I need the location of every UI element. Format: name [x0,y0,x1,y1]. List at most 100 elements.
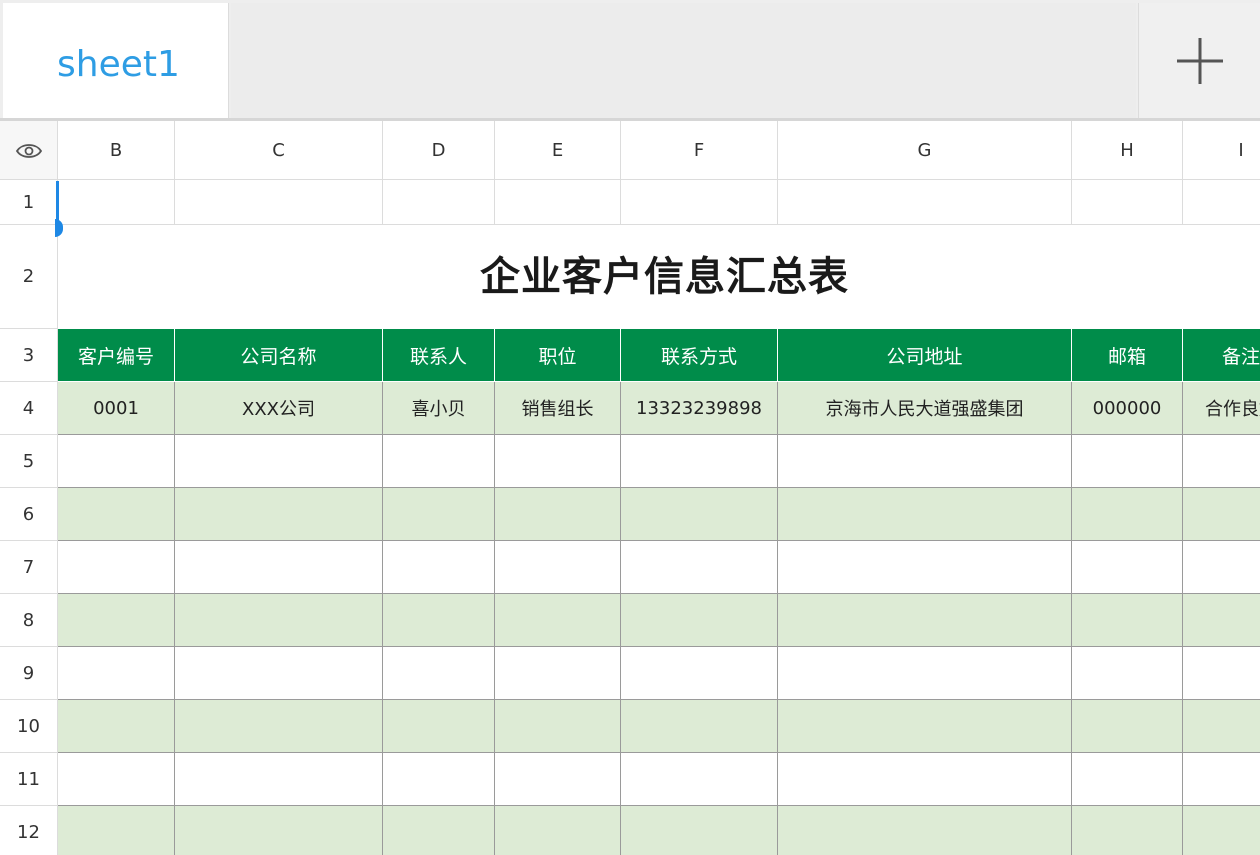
cell-b6[interactable] [58,488,175,541]
cell-i11[interactable] [1183,753,1260,806]
column-header-e[interactable]: E [495,121,621,180]
cell-d7[interactable] [383,541,495,594]
cell-h5[interactable] [1072,435,1183,488]
cell-i10[interactable] [1183,700,1260,753]
cell-g9[interactable] [778,647,1072,700]
cell-b8[interactable] [58,594,175,647]
cell-c5[interactable] [175,435,383,488]
cell-c11[interactable] [175,753,383,806]
cell-e9[interactable] [495,647,621,700]
cell-c1[interactable] [175,180,383,225]
cell-i4[interactable]: 合作良好 [1183,382,1260,435]
cell-b7[interactable] [58,541,175,594]
cell-h7[interactable] [1072,541,1183,594]
cell-f6[interactable] [621,488,778,541]
cell-c8[interactable] [175,594,383,647]
header-cell[interactable]: 职位 [495,329,621,382]
cell-e4[interactable]: 销售组长 [495,382,621,435]
cell-c6[interactable] [175,488,383,541]
column-header-c[interactable]: C [175,121,383,180]
cell-e10[interactable] [495,700,621,753]
row-header-12[interactable]: 12 [0,806,58,855]
cell-f11[interactable] [621,753,778,806]
row-header-7[interactable]: 7 [0,541,58,594]
header-cell[interactable]: 客户编号 [58,329,175,382]
cell-d5[interactable] [383,435,495,488]
column-header-f[interactable]: F [621,121,778,180]
cell-f9[interactable] [621,647,778,700]
add-sheet-button[interactable] [1138,3,1260,118]
grid-corner[interactable] [0,121,58,180]
cell-b4[interactable]: 0001 [58,382,175,435]
row-header-10[interactable]: 10 [0,700,58,753]
row-header-5[interactable]: 5 [0,435,58,488]
cell-h12[interactable] [1072,806,1183,855]
cell-e8[interactable] [495,594,621,647]
cell-h6[interactable] [1072,488,1183,541]
header-cell[interactable]: 备注 [1183,329,1260,382]
cell-e7[interactable] [495,541,621,594]
cell-d1[interactable] [383,180,495,225]
row-header-6[interactable]: 6 [0,488,58,541]
cell-f8[interactable] [621,594,778,647]
row-header-8[interactable]: 8 [0,594,58,647]
column-header-d[interactable]: D [383,121,495,180]
cell-g1[interactable] [778,180,1072,225]
cell-f4[interactable]: 13323239898 [621,382,778,435]
cell-g8[interactable] [778,594,1072,647]
cell-i6[interactable] [1183,488,1260,541]
cell-d8[interactable] [383,594,495,647]
header-cell[interactable]: 联系方式 [621,329,778,382]
cell-e12[interactable] [495,806,621,855]
spreadsheet-grid[interactable]: 企业客户信息汇总表 B C D E F G H I 1 2 3 4 5 6 7 8 9 10 11 12 客户编号 公司名… [0,121,1260,855]
cell-d6[interactable] [383,488,495,541]
header-cell[interactable]: 公司名称 [175,329,383,382]
cell-h4[interactable]: 000000 [1072,382,1183,435]
cell-f10[interactable] [621,700,778,753]
column-header-g[interactable]: G [778,121,1072,180]
cell-g11[interactable] [778,753,1072,806]
cell-d12[interactable] [383,806,495,855]
cell-f5[interactable] [621,435,778,488]
tab-sheet1[interactable]: sheet1 [3,3,229,118]
cell-h10[interactable] [1072,700,1183,753]
cell-d11[interactable] [383,753,495,806]
cell-i7[interactable] [1183,541,1260,594]
column-header-b[interactable]: B [58,121,175,180]
cell-e11[interactable] [495,753,621,806]
cell-c10[interactable] [175,700,383,753]
cell-c9[interactable] [175,647,383,700]
cell-b5[interactable] [58,435,175,488]
sheet-title-cell[interactable]: 企业客户信息汇总表 [58,225,1260,329]
cell-e6[interactable] [495,488,621,541]
cell-b11[interactable] [58,753,175,806]
cell-e5[interactable] [495,435,621,488]
cell-b12[interactable] [58,806,175,855]
cell-h9[interactable] [1072,647,1183,700]
cell-g5[interactable] [778,435,1072,488]
cell-d10[interactable] [383,700,495,753]
cell-g7[interactable] [778,541,1072,594]
header-cell[interactable]: 联系人 [383,329,495,382]
cell-f7[interactable] [621,541,778,594]
row-header-11[interactable]: 11 [0,753,58,806]
cell-c7[interactable] [175,541,383,594]
cell-f12[interactable] [621,806,778,855]
cell-i5[interactable] [1183,435,1260,488]
cell-h1[interactable] [1072,180,1183,225]
cell-b10[interactable] [58,700,175,753]
column-header-h[interactable]: H [1072,121,1183,180]
row-header-9[interactable]: 9 [0,647,58,700]
cell-g4[interactable]: 京海市人民大道强盛集团 [778,382,1072,435]
cell-c12[interactable] [175,806,383,855]
header-cell[interactable]: 邮箱 [1072,329,1183,382]
cell-h11[interactable] [1072,753,1183,806]
header-cell[interactable]: 公司地址 [778,329,1072,382]
cell-d9[interactable] [383,647,495,700]
cell-g12[interactable] [778,806,1072,855]
column-header-i[interactable]: I [1183,121,1260,180]
cell-e1[interactable] [495,180,621,225]
cell-i1[interactable] [1183,180,1260,225]
cell-i12[interactable] [1183,806,1260,855]
row-header-1[interactable]: 1 [0,180,58,225]
